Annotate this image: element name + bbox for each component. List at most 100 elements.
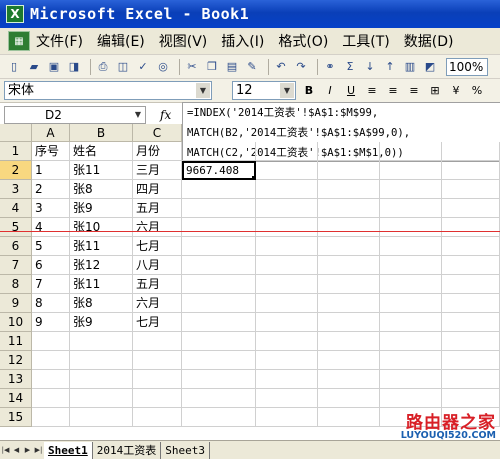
grid-cell[interactable] bbox=[442, 199, 500, 218]
grid-cell[interactable] bbox=[318, 389, 380, 408]
chart-wizard-icon[interactable]: ▥ bbox=[402, 59, 418, 75]
underline-icon[interactable]: U bbox=[343, 83, 359, 99]
grid-cell[interactable] bbox=[318, 275, 380, 294]
grid-cell[interactable]: 三月 bbox=[133, 161, 182, 180]
sort-descending-icon[interactable]: ↑ bbox=[382, 59, 398, 75]
grid-cell[interactable] bbox=[442, 142, 500, 161]
bold-icon[interactable]: B bbox=[301, 83, 317, 99]
grid-cell[interactable] bbox=[380, 218, 442, 237]
grid-cell[interactable] bbox=[70, 408, 133, 427]
drawing-icon[interactable]: ◩ bbox=[422, 59, 438, 75]
grid-cell[interactable]: 1 bbox=[32, 161, 70, 180]
grid-cell[interactable]: 六月 bbox=[133, 218, 182, 237]
grid-cell[interactable]: 5 bbox=[32, 237, 70, 256]
grid-cell[interactable]: 张11 bbox=[70, 161, 133, 180]
italic-icon[interactable]: I bbox=[322, 83, 338, 99]
grid-cell[interactable] bbox=[256, 237, 318, 256]
menu-file[interactable]: 文件(F) bbox=[36, 31, 83, 51]
prev-sheet-icon[interactable]: ◀ bbox=[11, 446, 22, 454]
workbook-icon[interactable]: ▦ bbox=[8, 31, 30, 51]
grid-cell[interactable] bbox=[133, 351, 182, 370]
grid-cell[interactable] bbox=[380, 199, 442, 218]
grid-cell[interactable]: 序号 bbox=[32, 142, 70, 161]
grid-cell[interactable] bbox=[380, 294, 442, 313]
research-icon[interactable]: ◎ bbox=[155, 59, 171, 75]
sort-ascending-icon[interactable]: ↓ bbox=[362, 59, 378, 75]
chevron-down-icon[interactable]: ▼ bbox=[196, 83, 210, 98]
sheet-tab-2014-salary[interactable]: 2014工资表 bbox=[93, 441, 162, 459]
currency-icon[interactable]: ¥ bbox=[448, 83, 464, 99]
grid-cell[interactable] bbox=[442, 180, 500, 199]
grid-cell[interactable] bbox=[442, 370, 500, 389]
row-header[interactable]: 5 bbox=[0, 218, 32, 237]
menu-tools[interactable]: 工具(T) bbox=[342, 31, 389, 51]
sheet-tab-sheet1[interactable]: Sheet1 bbox=[44, 441, 93, 459]
align-left-icon[interactable]: ≡ bbox=[364, 83, 380, 99]
grid-cell[interactable] bbox=[380, 332, 442, 351]
menu-view[interactable]: 视图(V) bbox=[159, 31, 208, 51]
grid-cell[interactable] bbox=[133, 408, 182, 427]
grid-cell[interactable] bbox=[182, 256, 256, 275]
grid-cell[interactable] bbox=[182, 389, 256, 408]
grid-cell[interactable]: 七月 bbox=[133, 237, 182, 256]
grid-cell[interactable] bbox=[182, 313, 256, 332]
grid-cell[interactable] bbox=[256, 256, 318, 275]
grid-cell[interactable] bbox=[256, 161, 318, 180]
grid-cell[interactable] bbox=[442, 351, 500, 370]
open-icon[interactable]: ▰ bbox=[26, 59, 42, 75]
grid-cell[interactable] bbox=[318, 180, 380, 199]
name-box[interactable]: D2 ▼ bbox=[4, 106, 146, 124]
grid-cell[interactable] bbox=[256, 332, 318, 351]
grid-cell[interactable] bbox=[182, 142, 256, 161]
grid-cell[interactable] bbox=[256, 370, 318, 389]
grid-cell[interactable] bbox=[133, 332, 182, 351]
grid-cell[interactable] bbox=[182, 237, 256, 256]
hyperlink-icon[interactable]: ⚭ bbox=[322, 59, 338, 75]
paste-icon[interactable]: ▤ bbox=[224, 59, 240, 75]
new-icon[interactable]: ▯ bbox=[6, 59, 22, 75]
redo-icon[interactable]: ↷ bbox=[293, 59, 309, 75]
grid-cell[interactable] bbox=[318, 313, 380, 332]
row-header[interactable]: 1 bbox=[0, 142, 32, 161]
grid-cell[interactable] bbox=[256, 389, 318, 408]
grid-cell[interactable] bbox=[380, 389, 442, 408]
chevron-down-icon[interactable]: ▼ bbox=[132, 108, 144, 122]
percent-icon[interactable]: % bbox=[469, 83, 485, 99]
grid-cell[interactable] bbox=[318, 332, 380, 351]
grid-cell[interactable] bbox=[380, 237, 442, 256]
grid-cell[interactable] bbox=[182, 408, 256, 427]
row-header[interactable]: 6 bbox=[0, 237, 32, 256]
row-header[interactable]: 14 bbox=[0, 389, 32, 408]
grid-cell[interactable] bbox=[380, 161, 442, 180]
merge-center-icon[interactable]: ⊞ bbox=[427, 83, 443, 99]
cut-icon[interactable]: ✂ bbox=[184, 59, 200, 75]
grid-cell[interactable]: 7 bbox=[32, 275, 70, 294]
grid-cell[interactable] bbox=[318, 199, 380, 218]
grid-cell[interactable]: 八月 bbox=[133, 256, 182, 275]
print-preview-icon[interactable]: ◫ bbox=[115, 59, 131, 75]
next-sheet-icon[interactable]: ▶ bbox=[22, 446, 33, 454]
grid-cell[interactable]: 四月 bbox=[133, 180, 182, 199]
grid-cell[interactable]: 3 bbox=[32, 199, 70, 218]
menu-format[interactable]: 格式(O) bbox=[278, 31, 328, 51]
undo-icon[interactable]: ↶ bbox=[273, 59, 289, 75]
grid-cell[interactable] bbox=[256, 199, 318, 218]
grid-cell[interactable]: 2 bbox=[32, 180, 70, 199]
grid-cell[interactable] bbox=[318, 256, 380, 275]
grid-cell[interactable] bbox=[256, 180, 318, 199]
grid-cell[interactable] bbox=[380, 370, 442, 389]
grid-cell[interactable] bbox=[442, 237, 500, 256]
grid-cell[interactable] bbox=[70, 351, 133, 370]
grid-cell[interactable] bbox=[182, 370, 256, 389]
grid-cell[interactable] bbox=[70, 370, 133, 389]
grid-cell[interactable] bbox=[442, 256, 500, 275]
grid-cell[interactable]: 张8 bbox=[70, 180, 133, 199]
menu-edit[interactable]: 编辑(E) bbox=[97, 31, 145, 51]
grid-cell[interactable]: 8 bbox=[32, 294, 70, 313]
grid-cell[interactable]: 月份 bbox=[133, 142, 182, 161]
spelling-icon[interactable]: ✓ bbox=[135, 59, 151, 75]
row-header[interactable]: 2 bbox=[0, 161, 32, 180]
grid-cell[interactable] bbox=[442, 313, 500, 332]
grid-cell[interactable] bbox=[182, 351, 256, 370]
row-header[interactable]: 10 bbox=[0, 313, 32, 332]
